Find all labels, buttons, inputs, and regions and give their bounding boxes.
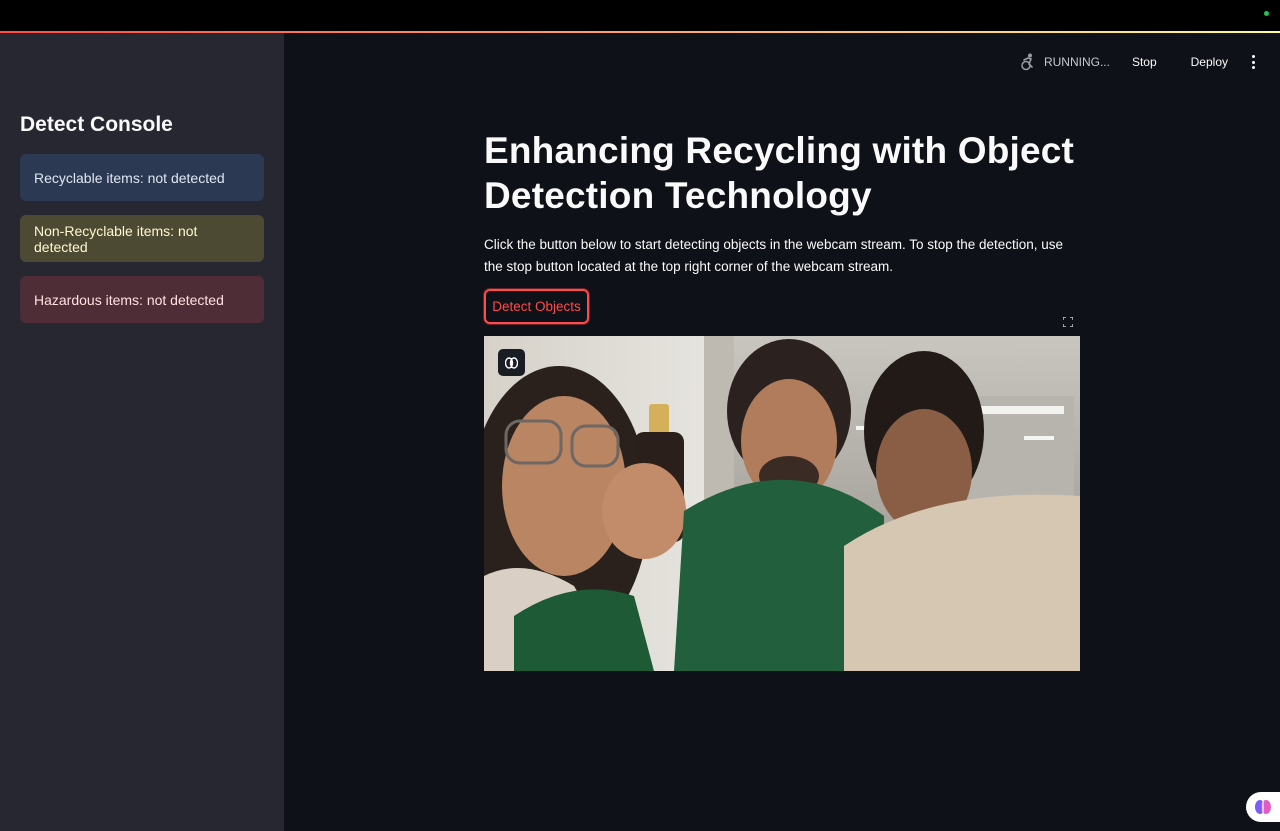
browser-top-bar: [0, 0, 1280, 31]
stop-button[interactable]: Stop: [1128, 49, 1161, 75]
hazardous-status-text: Hazardous items: not detected: [34, 291, 224, 308]
webcam-frame-image: [484, 336, 1080, 671]
brain-assistant-icon[interactable]: [1246, 792, 1280, 822]
page-description: Click the button below to start detectin…: [484, 237, 1064, 274]
hazardous-status-alert: Hazardous items: not detected: [20, 276, 264, 323]
running-figure-icon: [1020, 53, 1036, 71]
recyclable-status-alert: Recyclable items: not detected: [20, 154, 264, 201]
status-dot: [1264, 11, 1269, 16]
kebab-menu-icon[interactable]: [1246, 52, 1260, 72]
fullscreen-icon[interactable]: [1060, 314, 1076, 330]
brain-icon[interactable]: [498, 349, 525, 376]
main-content: Enhancing Recycling with Object Detectio…: [484, 128, 1080, 671]
running-indicator: RUNNING...: [1020, 53, 1110, 71]
non-recyclable-status-text: Non-Recyclable items: not detected: [34, 222, 198, 255]
deploy-button[interactable]: Deploy: [1187, 49, 1232, 75]
sidebar-title: Detect Console: [20, 113, 173, 136]
non-recyclable-status-alert: Non-Recyclable items: not detected: [20, 215, 264, 262]
recyclable-status-text: Recyclable items: not detected: [34, 169, 225, 186]
sidebar: Detect Console Recyclable items: not det…: [0, 33, 284, 831]
detect-objects-button[interactable]: Detect Objects: [484, 289, 589, 324]
webcam-stream[interactable]: [484, 336, 1080, 671]
running-label: RUNNING...: [1043, 55, 1110, 69]
app-toolbar: RUNNING... Stop Deploy: [1020, 47, 1260, 77]
page-title: Enhancing Recycling with Object Detectio…: [484, 130, 1075, 216]
